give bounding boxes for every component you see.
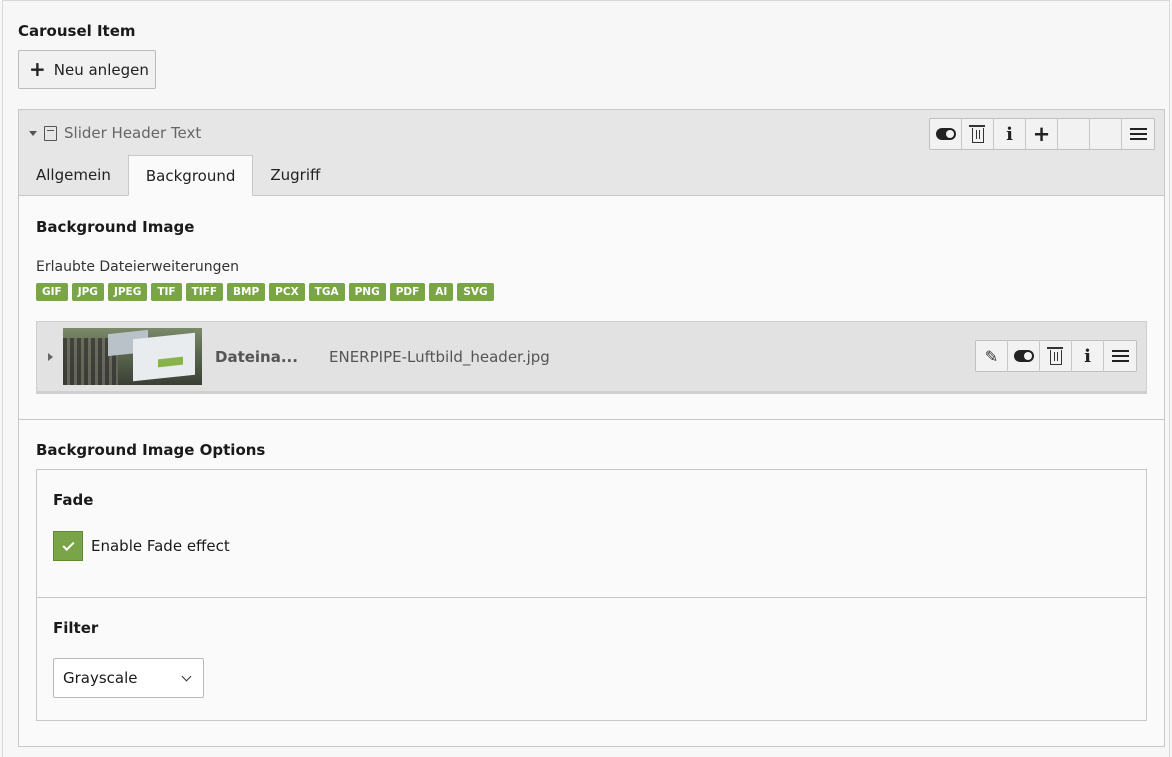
menu-icon bbox=[1129, 128, 1147, 140]
filter-title: Filter bbox=[53, 619, 99, 637]
fade-checkbox[interactable] bbox=[53, 531, 83, 561]
section-divider bbox=[19, 419, 1164, 420]
carousel-item-panel: Slider Header Text i + Allgemein Backgro… bbox=[18, 109, 1165, 747]
extension-badge: JPEG bbox=[107, 283, 148, 301]
allowed-extensions-label: Erlaubte Dateierweiterungen bbox=[36, 259, 240, 275]
trash-icon bbox=[968, 125, 985, 143]
content-element-icon bbox=[44, 125, 57, 141]
extension-badge: PDF bbox=[389, 283, 426, 301]
extension-badges: GIF JPG JPEG TIF TIFF BMP PCX TGA PNG PD… bbox=[36, 283, 494, 301]
tab-background[interactable]: Background bbox=[127, 155, 254, 196]
background-options-title: Background Image Options bbox=[36, 441, 266, 459]
info-icon: i bbox=[1006, 123, 1013, 145]
toggle-icon bbox=[935, 128, 956, 140]
extension-badge: PNG bbox=[348, 283, 386, 301]
options-divider bbox=[37, 597, 1146, 598]
panel-title: Slider Header Text bbox=[64, 124, 202, 142]
plus-icon: + bbox=[1032, 122, 1051, 146]
info-button[interactable]: i bbox=[994, 119, 1026, 149]
new-button-label: Neu anlegen bbox=[53, 60, 149, 79]
file-thumbnail bbox=[63, 328, 202, 385]
header-button-group: i + bbox=[929, 118, 1155, 150]
trash-icon bbox=[1046, 347, 1063, 365]
file-button-group: ✎ i bbox=[975, 340, 1137, 372]
section-title: Carousel Item bbox=[18, 22, 136, 40]
extension-badge: TGA bbox=[308, 283, 345, 301]
file-hide-toggle-button[interactable] bbox=[1008, 341, 1040, 371]
pencil-icon: ✎ bbox=[984, 346, 999, 366]
fade-title: Fade bbox=[53, 491, 94, 509]
delete-button[interactable] bbox=[962, 119, 994, 149]
empty-button bbox=[1058, 119, 1090, 149]
tab-zugriff[interactable]: Zugriff bbox=[253, 155, 337, 195]
fade-checkbox-label[interactable]: Enable Fade effect bbox=[91, 537, 230, 555]
toggle-icon bbox=[1013, 350, 1034, 362]
menu-icon bbox=[1111, 350, 1129, 362]
extension-badge: PCX bbox=[269, 283, 305, 301]
background-options-box: Fade Enable Fade effect Filter Grayscale bbox=[36, 469, 1147, 721]
empty-button bbox=[1090, 119, 1122, 149]
extension-badge: GIF bbox=[36, 283, 68, 301]
check-icon bbox=[61, 538, 75, 551]
expand-caret-icon[interactable] bbox=[48, 353, 53, 361]
file-name: ENERPIPE-Luftbild_header.jpg bbox=[329, 348, 550, 366]
tab-allgemein[interactable]: Allgemein bbox=[19, 155, 128, 195]
extension-badge: TIFF bbox=[185, 283, 224, 301]
hide-toggle-button[interactable] bbox=[930, 119, 962, 149]
file-reference-row[interactable]: Dateina... ENERPIPE-Luftbild_header.jpg … bbox=[36, 321, 1147, 394]
edit-file-button[interactable]: ✎ bbox=[976, 341, 1008, 371]
file-info-button[interactable]: i bbox=[1072, 341, 1104, 371]
extension-badge: JPG bbox=[71, 283, 104, 301]
plus-icon: + bbox=[29, 56, 46, 81]
extension-badge: SVG bbox=[457, 283, 494, 301]
extension-badge: TIF bbox=[151, 283, 182, 301]
collapse-caret-icon[interactable] bbox=[29, 130, 37, 136]
filter-select[interactable]: Grayscale bbox=[53, 658, 204, 698]
background-image-title: Background Image bbox=[36, 218, 195, 236]
file-name-label: Dateina... bbox=[215, 348, 298, 366]
add-button[interactable]: + bbox=[1026, 119, 1058, 149]
drag-menu-button[interactable] bbox=[1122, 119, 1154, 149]
file-delete-button[interactable] bbox=[1040, 341, 1072, 371]
info-icon: i bbox=[1084, 345, 1091, 367]
tab-bar: Allgemein Background Zugriff bbox=[19, 155, 1164, 196]
filter-selected-value: Grayscale bbox=[63, 669, 138, 687]
extension-badge: BMP bbox=[227, 283, 266, 301]
new-button[interactable]: + Neu anlegen bbox=[18, 50, 156, 89]
file-drag-menu-button[interactable] bbox=[1104, 341, 1136, 371]
chevron-down-icon bbox=[181, 671, 192, 682]
extension-badge: AI bbox=[429, 283, 454, 301]
